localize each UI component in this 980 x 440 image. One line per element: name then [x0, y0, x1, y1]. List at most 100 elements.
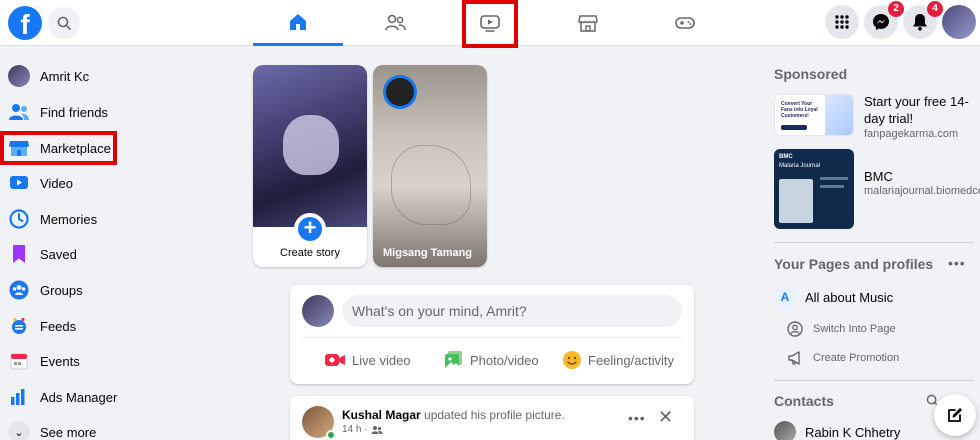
- events-icon: [10, 353, 28, 370]
- switch-into-page-button[interactable]: Switch Into Page: [786, 321, 896, 337]
- sidebar-item-profile[interactable]: Amrit Kc: [8, 60, 208, 92]
- ad-thumbnail-button-shape: [781, 125, 807, 130]
- sidebar-item-label: Groups: [40, 282, 83, 298]
- contact-avatar: [774, 421, 796, 440]
- tab-marketplace[interactable]: [543, 0, 633, 46]
- sidebar-item-label: Saved: [40, 246, 77, 262]
- grid-menu-icon: [835, 15, 849, 29]
- ad-thumbnail-bmc[interactable]: BMC Malaria Journal: [774, 149, 854, 229]
- messenger-icon: [873, 14, 889, 30]
- smiley-icon: [563, 351, 581, 369]
- story-author-avatar: [383, 75, 417, 109]
- live-video-button[interactable]: Live video: [324, 347, 411, 373]
- more-options-icon[interactable]: •••: [628, 410, 646, 426]
- sidebar-item-feeds[interactable]: Feeds: [8, 310, 208, 342]
- menu-button[interactable]: [825, 5, 859, 39]
- ad-title[interactable]: BMC: [864, 168, 974, 185]
- marketplace-highlight: [0, 131, 117, 165]
- post-time[interactable]: 14 h ·: [342, 424, 368, 435]
- tab-friends[interactable]: [350, 0, 440, 46]
- divider: [774, 242, 974, 243]
- create-story-label: Create story: [280, 247, 340, 259]
- ad-thumbnail-cover: [779, 179, 813, 223]
- tab-home[interactable]: [253, 0, 343, 46]
- post-header: Kushal Magar updated his profile picture…: [342, 408, 565, 422]
- ad-thumbnail-logo-text: BMC: [779, 154, 793, 160]
- sidebar-item-label: Video: [40, 175, 74, 191]
- sidebar-item-label: Feeds: [40, 318, 77, 334]
- sidebar-item-groups[interactable]: Groups: [8, 274, 208, 306]
- compose-icon: [948, 408, 962, 422]
- search-button[interactable]: [48, 7, 80, 39]
- story-author-name: Migsang Tamang: [383, 247, 473, 259]
- ad-thumbnail-fanpagekarma[interactable]: Convert Your Fans into Loyal Customers!: [774, 94, 854, 136]
- megaphone-icon: [788, 351, 800, 365]
- contact-item[interactable]: Rabin K Chhetry: [774, 421, 900, 440]
- chevron-down-icon: ⌄: [8, 421, 30, 440]
- sidebar-item-label: Events: [40, 353, 80, 369]
- page-item[interactable]: A All about Music: [774, 286, 893, 308]
- marketplace-icon: [578, 15, 598, 32]
- tab-gaming[interactable]: [640, 0, 730, 46]
- account-avatar[interactable]: [942, 5, 976, 39]
- avatar: [302, 295, 334, 327]
- memories-icon: [9, 209, 29, 229]
- ad-title[interactable]: Start your free 14-day trial!: [864, 93, 974, 127]
- notifications-badge: 4: [927, 1, 943, 17]
- sidebar-item-memories[interactable]: Memories: [8, 203, 208, 235]
- post-action-text: updated his profile picture.: [420, 408, 565, 422]
- friends-audience-icon: [371, 425, 383, 434]
- post-meta: 14 h ·: [342, 424, 383, 435]
- photo-video-label: Photo/video: [470, 352, 539, 368]
- friend-story-card[interactable]: Migsang Tamang: [373, 65, 487, 267]
- friends-icon: [385, 14, 406, 31]
- feeling-activity-button[interactable]: Feeling/activity: [562, 347, 674, 373]
- ads-manager-icon: [11, 389, 25, 405]
- switch-into-page-label: Switch Into Page: [813, 323, 896, 335]
- top-navigation-bar: f 2 4: [0, 0, 980, 48]
- live-video-icon: [325, 354, 345, 366]
- story-sketch: [391, 145, 471, 225]
- divider: [774, 380, 974, 381]
- contacts-heading: Contacts: [774, 393, 834, 409]
- feeds-icon: [12, 317, 26, 334]
- profile-avatar: [8, 65, 30, 87]
- search-icon: [57, 16, 71, 30]
- more-options-icon[interactable]: •••: [948, 255, 966, 271]
- new-message-button[interactable]: [934, 394, 976, 436]
- sidebar-item-see-more[interactable]: ⌄ See more: [8, 416, 208, 440]
- notifications-button[interactable]: 4: [903, 1, 943, 39]
- post-author-name[interactable]: Kushal Magar: [342, 408, 421, 422]
- live-video-label: Live video: [352, 352, 411, 368]
- contact-name: Rabin K Chhetry: [805, 424, 901, 440]
- story-cover-figure: [283, 115, 339, 175]
- sidebar-item-label: Amrit Kc: [40, 68, 90, 84]
- close-icon[interactable]: ✕: [658, 408, 673, 426]
- whats-on-your-mind-input[interactable]: What's on your mind, Amrit?: [342, 295, 682, 327]
- create-promotion-button[interactable]: Create Promotion: [786, 350, 899, 366]
- sidebar-item-ads-manager[interactable]: Ads Manager: [8, 381, 208, 413]
- photo-video-button[interactable]: Photo/video: [444, 347, 539, 373]
- create-story-card[interactable]: + Create story: [253, 65, 367, 267]
- ad-thumbnail-graphic: [825, 95, 853, 135]
- home-icon: [290, 13, 306, 30]
- messenger-badge: 2: [888, 1, 904, 17]
- page-name: All about Music: [805, 289, 894, 305]
- page-avatar: A: [774, 286, 796, 308]
- sidebar-item-video[interactable]: Video: [8, 167, 208, 199]
- switch-profile-icon: [787, 321, 803, 337]
- ad-url[interactable]: fanpagekarma.com: [864, 127, 974, 141]
- friends-icon: [9, 104, 29, 120]
- ad-thumbnail-journal-text: Malaria Journal: [779, 163, 821, 169]
- messenger-button[interactable]: 2: [864, 1, 904, 39]
- bell-icon: [913, 14, 927, 31]
- sidebar-item-label: Ads Manager: [40, 389, 118, 405]
- sidebar-item-label: Memories: [40, 211, 98, 227]
- post-composer: What's on your mind, Amrit? Live video P…: [290, 285, 694, 384]
- ad-url[interactable]: malariajournal.biomedcentral.com: [864, 184, 980, 198]
- gaming-icon: [675, 17, 695, 29]
- sidebar-item-saved[interactable]: Saved: [8, 238, 208, 270]
- sidebar-item-find-friends[interactable]: Find friends: [8, 96, 208, 128]
- facebook-logo[interactable]: f: [8, 6, 42, 40]
- sidebar-item-events[interactable]: Events: [8, 345, 208, 377]
